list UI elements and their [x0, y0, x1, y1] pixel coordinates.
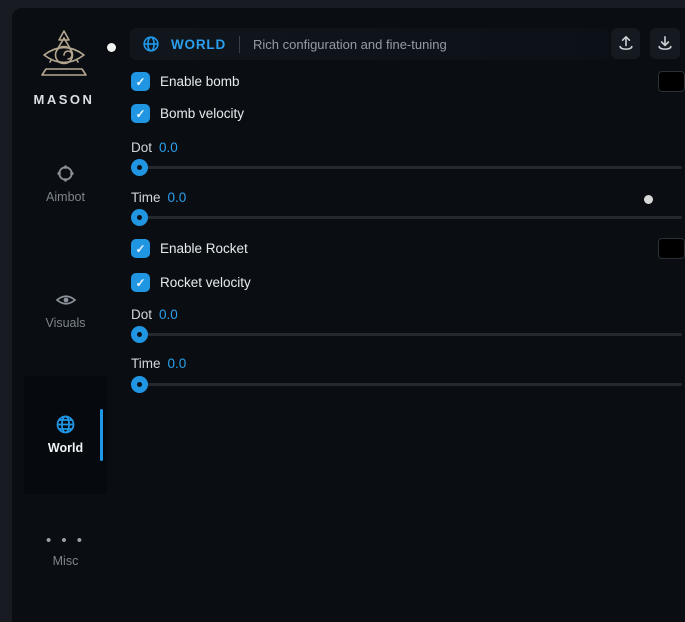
upload-icon [618, 35, 634, 52]
upload-config-button[interactable] [611, 28, 640, 59]
checkbox-row: ✓ Enable bomb [131, 72, 240, 91]
check-icon: ✓ [135, 76, 145, 88]
globe-icon [55, 414, 76, 435]
sidebar-item-label: World [48, 441, 83, 455]
active-tab-indicator [100, 409, 103, 461]
cheat-menu-window: MASON Aimbot Visuals World [12, 8, 685, 622]
sidebar-item-world[interactable]: World [24, 376, 107, 494]
brand-name: MASON [12, 92, 116, 107]
page-header: WORLD Rich configuration and fine-tuning [130, 28, 609, 60]
bomb-dot-slider-track[interactable] [131, 166, 682, 169]
bomb-velocity-checkbox[interactable]: ✓ [131, 104, 150, 123]
rocket-dot-slider-track[interactable] [131, 333, 682, 336]
enable-rocket-checkbox[interactable]: ✓ [131, 239, 150, 258]
slider-name: Time [131, 356, 161, 371]
bomb-color-swatch[interactable] [658, 71, 685, 92]
checkbox-label: Enable Rocket [160, 241, 248, 256]
rocket-velocity-checkbox[interactable]: ✓ [131, 273, 150, 292]
slider-value: 0.0 [168, 356, 187, 371]
slider-value: 0.0 [159, 140, 178, 155]
cursor-dot [644, 195, 653, 204]
check-icon: ✓ [135, 108, 145, 120]
sidebar-item-label: Misc [53, 554, 79, 568]
header-divider [239, 36, 240, 53]
slider-value: 0.0 [159, 307, 178, 322]
enable-bomb-checkbox[interactable]: ✓ [131, 72, 150, 91]
checkbox-label: Bomb velocity [160, 106, 244, 121]
download-icon [657, 35, 673, 52]
sidebar-item-aimbot[interactable]: Aimbot [24, 163, 107, 204]
slider-name: Dot [131, 307, 152, 322]
checkbox-row: ✓ Bomb velocity [131, 104, 244, 123]
rocket-time-slider-track[interactable] [131, 383, 682, 386]
cursor-dot [107, 43, 116, 52]
crosshair-icon [55, 163, 76, 184]
slider-label: Time 0.0 [131, 190, 186, 205]
sidebar-item-label: Aimbot [46, 190, 85, 204]
check-icon: ✓ [135, 277, 145, 289]
slider-value: 0.0 [168, 190, 187, 205]
slider-label: Dot 0.0 [131, 307, 178, 322]
bomb-time-slider-track[interactable] [131, 216, 682, 219]
slider-name: Dot [131, 140, 152, 155]
ellipsis-icon: • • • [46, 534, 85, 548]
slider-label: Time 0.0 [131, 356, 186, 371]
bomb-time-slider-handle[interactable] [131, 209, 148, 226]
sidebar-item-misc[interactable]: • • • Misc [24, 534, 107, 568]
slider-name: Time [131, 190, 161, 205]
mason-logo-icon [38, 28, 90, 84]
bomb-dot-slider-handle[interactable] [131, 159, 148, 176]
checkbox-label: Enable bomb [160, 74, 240, 89]
rocket-dot-slider-handle[interactable] [131, 326, 148, 343]
rocket-time-slider-handle[interactable] [131, 376, 148, 393]
slider-label: Dot 0.0 [131, 140, 178, 155]
eye-icon [55, 290, 77, 310]
check-icon: ✓ [135, 243, 145, 255]
checkbox-row: ✓ Enable Rocket [131, 239, 248, 258]
sidebar-item-label: Visuals [45, 316, 85, 330]
checkbox-label: Rocket velocity [160, 275, 251, 290]
download-config-button[interactable] [650, 28, 680, 59]
page-title: WORLD [171, 37, 226, 52]
checkbox-row: ✓ Rocket velocity [131, 273, 251, 292]
page-subtitle: Rich configuration and fine-tuning [253, 37, 447, 52]
sidebar-item-visuals[interactable]: Visuals [24, 290, 107, 330]
rocket-color-swatch[interactable] [658, 238, 685, 259]
app-root: MASON Aimbot Visuals World [0, 0, 685, 622]
globe-icon [142, 35, 160, 53]
